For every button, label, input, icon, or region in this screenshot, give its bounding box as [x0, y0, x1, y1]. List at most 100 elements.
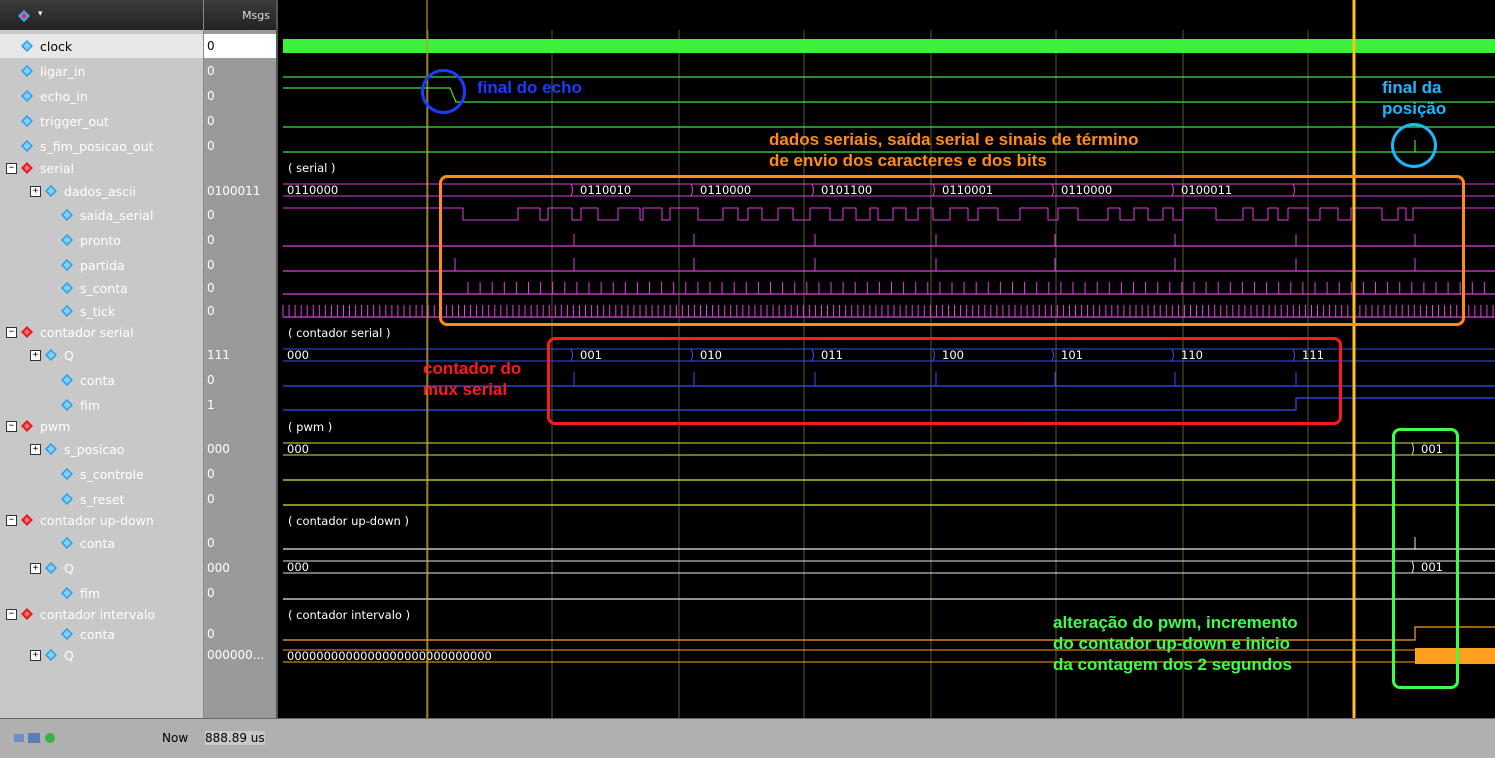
signal-value: 0 — [207, 208, 215, 222]
signal-type-icon — [44, 561, 64, 575]
signal-row-s_fim_posicao_out[interactable]: s_fim_posicao_out — [0, 134, 203, 158]
expand-toggle-icon[interactable]: − — [6, 608, 17, 620]
clock-wave — [283, 39, 1495, 53]
annotation-posicao-line2: posição — [1382, 99, 1447, 118]
signal-row-contador-up-down[interactable]: − contador up-down — [0, 508, 203, 532]
signal-type-icon — [60, 304, 80, 318]
dados-ascii-bus-value: 0110000 — [287, 183, 338, 197]
signal-type-icon — [60, 281, 80, 295]
signal-type-icon — [60, 233, 80, 247]
expand-toggle-icon[interactable]: − — [6, 420, 17, 432]
signal-type-icon — [44, 442, 64, 456]
signal-value: 1 — [207, 398, 215, 412]
annotation-serial: dados seriais, saída serial e sinais de … — [769, 129, 1138, 171]
signal-name-panel: ▾ clock ligar_in echo_in trigger_out s_fim_p… — [0, 0, 204, 757]
name-panel-header: ▾ — [0, 0, 203, 30]
signal-value: 0 — [207, 233, 215, 247]
signal-row-serial[interactable]: − serial — [0, 156, 203, 180]
signal-row-pronto[interactable]: pronto — [0, 228, 203, 252]
signal-name-label: dados_ascii — [64, 183, 136, 199]
expand-toggle-icon[interactable]: − — [6, 514, 17, 526]
signal-value-panel: Msgs 0 0 0 0 0 0100011 0 0 0 0 0 111 0 1 000 0 0 0 000 0 0 00… — [204, 0, 278, 757]
signal-value: 0 — [207, 114, 215, 128]
expand-toggle-icon[interactable]: + — [30, 349, 41, 361]
signal-row-contador-serial[interactable]: − contador serial — [0, 320, 203, 344]
signal-type-icon — [60, 492, 80, 506]
signal-row-s_controle[interactable]: s_controle — [0, 462, 203, 486]
annotation-pwm-line2: do contador up-down e inicio — [1053, 634, 1291, 653]
signal-row-echo_in[interactable]: echo_in — [0, 84, 203, 108]
expand-toggle-icon[interactable]: − — [6, 162, 17, 174]
bottom-status-bar: Now 888.89 us — [0, 718, 1495, 758]
chevron-down-icon[interactable]: ▾ — [38, 9, 43, 19]
signal-name-label: s_tick — [80, 303, 116, 319]
signal-type-icon — [44, 184, 64, 198]
signal-type-icon — [44, 348, 64, 362]
signal-type-icon — [20, 114, 40, 128]
signal-row-trigger_out[interactable]: trigger_out — [0, 109, 203, 133]
expand-toggle-icon[interactable]: − — [6, 326, 17, 338]
group-label-contador-serial: ( contador serial ) — [288, 326, 390, 340]
signal-row-Q[interactable]: + Q — [0, 556, 203, 580]
wave-menu-icon[interactable] — [16, 9, 32, 23]
signal-name-label: serial — [40, 160, 74, 176]
signal-name-label: s_conta — [80, 280, 128, 296]
signal-name-label: Q — [64, 347, 74, 363]
signal-row-s_conta[interactable]: s_conta — [0, 276, 203, 300]
annotation-pwm-line3: da contagem dos 2 segundos — [1053, 655, 1292, 674]
signal-type-icon — [60, 467, 80, 481]
signal-row-clock[interactable]: clock — [0, 34, 203, 58]
signal-type-icon — [60, 627, 80, 641]
toolbar-icons[interactable] — [14, 731, 58, 745]
annotation-posicao-line1: final da — [1382, 78, 1442, 97]
pwm-box — [1392, 428, 1459, 689]
group-label-contador-intervalo: ( contador intervalo ) — [288, 608, 410, 622]
signal-row-conta[interactable]: conta — [0, 368, 203, 392]
signal-row-saida_serial[interactable]: saida_serial — [0, 203, 203, 227]
signal-name-label: partida — [80, 257, 125, 273]
posicao-circle — [1391, 123, 1437, 168]
signal-value: 000 — [207, 561, 230, 575]
signal-row-Q[interactable]: + Q — [0, 643, 203, 667]
annotation-pwm: alteração do pwm, incremento do contador… — [1053, 612, 1298, 675]
signal-name-label: pwm — [40, 418, 71, 434]
annotation-posicao: final da posição — [1382, 77, 1446, 119]
signal-row-dados_ascii[interactable]: + dados_ascii — [0, 179, 203, 203]
signal-name-label: contador up-down — [40, 512, 154, 528]
signal-type-icon — [20, 325, 40, 339]
echo-circle — [421, 69, 466, 114]
signal-row-partida[interactable]: partida — [0, 253, 203, 277]
signal-name-label: pronto — [80, 232, 121, 248]
signal-value: 0 — [207, 89, 215, 103]
expand-toggle-icon[interactable]: + — [30, 443, 41, 455]
expand-toggle-icon[interactable]: + — [30, 562, 41, 574]
expand-toggle-icon[interactable]: + — [30, 649, 41, 661]
signal-type-icon — [60, 536, 80, 550]
signal-row-s_posicao[interactable]: + s_posicao — [0, 437, 203, 461]
signal-row-pwm[interactable]: − pwm — [0, 414, 203, 438]
signal-row-conta[interactable]: conta — [0, 531, 203, 555]
signal-row-Q[interactable]: + Q — [0, 343, 203, 367]
signal-name-label: fim — [80, 585, 101, 601]
signal-value: 0 — [207, 258, 215, 272]
signal-row-ligar_in[interactable]: ligar_in — [0, 59, 203, 83]
annotation-serial-line1: dados seriais, saída serial e sinais de … — [769, 130, 1139, 149]
signal-name-label: echo_in — [40, 88, 88, 104]
annotation-mux: contador do mux serial — [423, 358, 521, 400]
signal-type-icon — [20, 513, 40, 527]
group-label-contador-updown: ( contador up-down ) — [288, 514, 409, 528]
expand-toggle-icon[interactable]: + — [30, 185, 41, 197]
signal-name-label: fim — [80, 397, 101, 413]
annotation-mux-line1: contador do — [423, 359, 522, 378]
now-label: Now — [162, 731, 189, 745]
signal-name-label: Q — [64, 647, 74, 663]
signal-type-icon — [60, 586, 80, 600]
signal-type-icon — [60, 373, 80, 387]
signal-type-icon — [20, 139, 40, 153]
msgs-label: Msgs — [242, 9, 270, 22]
signal-value: 0 — [207, 64, 215, 78]
signal-type-icon — [60, 258, 80, 272]
signal-value: 0 — [207, 373, 215, 387]
annotation-mux-line2: mux serial — [423, 380, 508, 399]
signal-name-label: conta — [80, 535, 116, 551]
